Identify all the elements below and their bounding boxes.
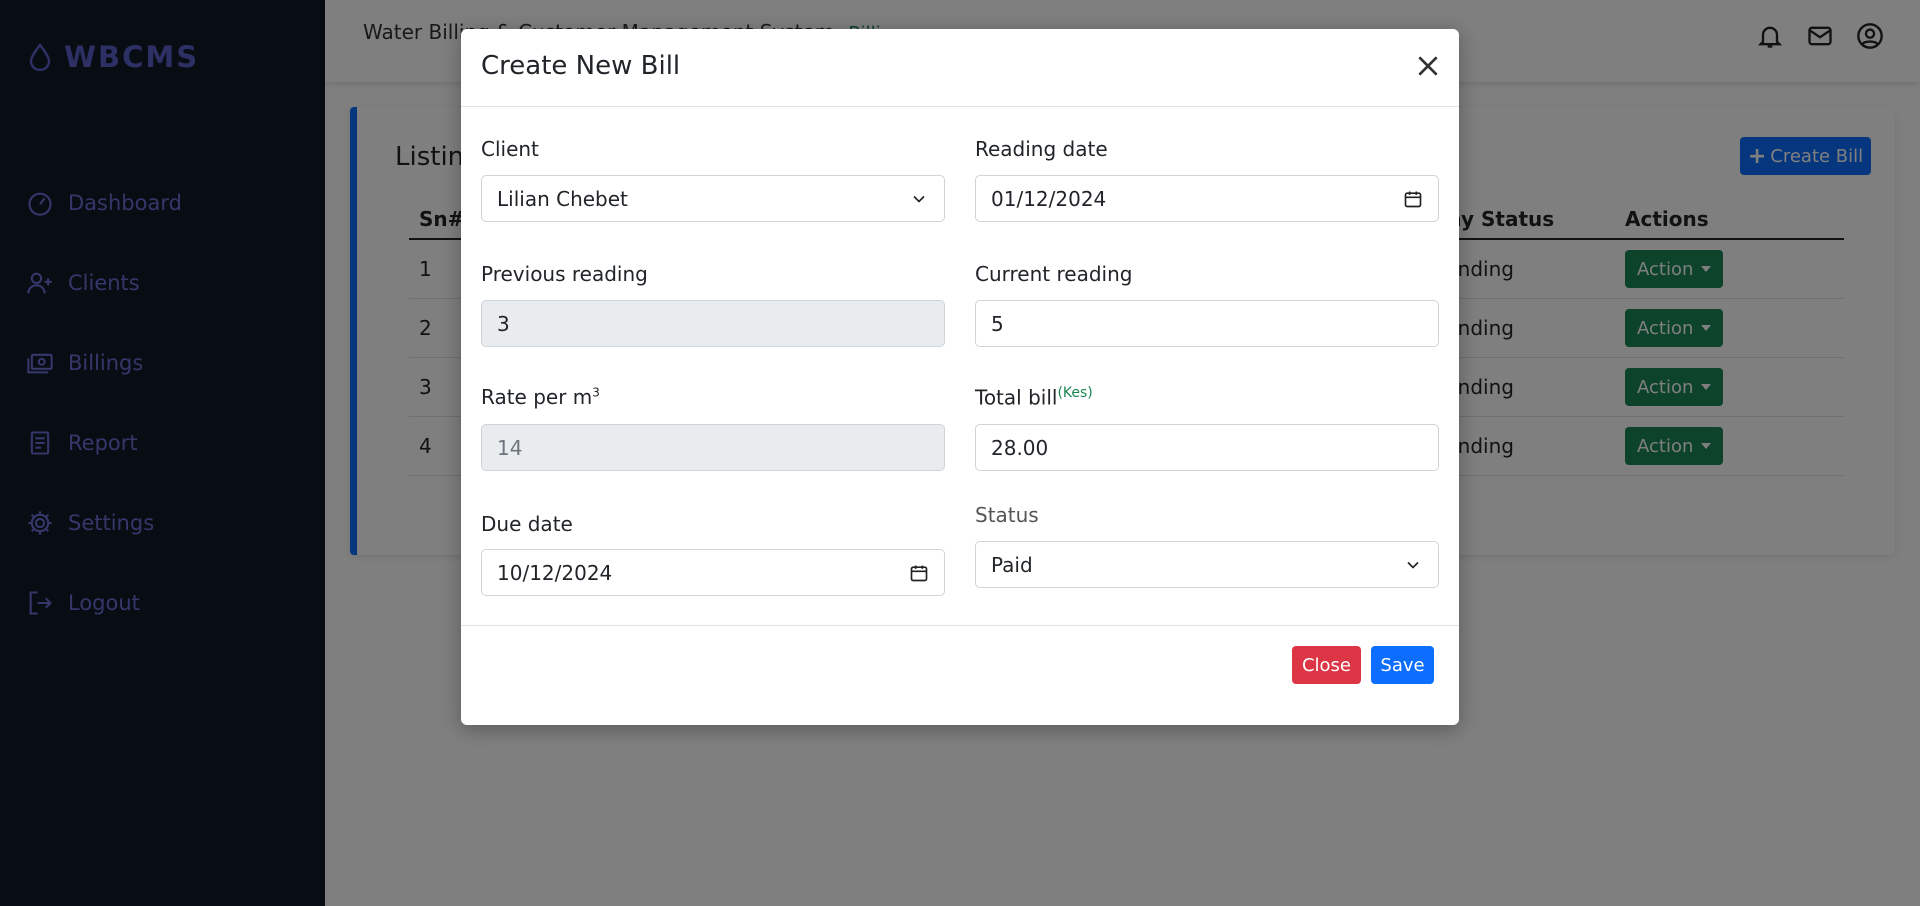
close-button[interactable]: Close [1292,646,1361,684]
reading-date-value: 01/12/2024 [991,186,1107,211]
total-bill-label-text: Total bill [975,385,1058,410]
previous-reading-value: 3 [497,311,510,336]
reading-date-label: Reading date [975,137,1108,161]
client-select[interactable]: Lilian Chebet [481,175,945,222]
due-date-input[interactable]: 10/12/2024 [481,549,945,596]
current-reading-label: Current reading [975,262,1133,286]
rate-label: Rate per m3 [481,385,600,409]
total-bill-value: 28.00 [991,435,1049,460]
rate-superscript: 3 [592,385,600,400]
reading-date-input[interactable]: 01/12/2024 [975,175,1439,222]
calendar-icon[interactable] [909,563,929,583]
rate-input: 14 [481,424,945,471]
total-bill-input[interactable]: 28.00 [975,424,1439,471]
calendar-icon[interactable] [1403,189,1423,209]
due-date-value: 10/12/2024 [497,560,613,585]
due-date-label: Due date [481,512,573,536]
close-icon[interactable] [1415,53,1441,79]
previous-reading-label: Previous reading [481,262,648,286]
current-reading-value: 5 [991,311,1004,336]
previous-reading-input: 3 [481,300,945,347]
create-bill-modal: Create New Bill Client Lilian Chebet Rea… [461,29,1459,725]
modal-footer: Close Save [461,625,1459,725]
chevron-down-icon [913,195,925,203]
modal-title: Create New Bill [481,51,681,81]
modal-header: Create New Bill [461,29,1459,107]
status-select[interactable]: Paid [975,541,1439,588]
chevron-down-icon [1407,561,1419,569]
client-label: Client [481,137,539,161]
total-bill-label: Total bill(Kes) [975,385,1093,410]
rate-label-text: Rate per m [481,385,593,409]
currency-unit: (Kes) [1057,385,1093,401]
current-reading-input[interactable]: 5 [975,300,1439,347]
status-value: Paid [991,552,1033,577]
status-label: Status [975,503,1039,527]
client-value: Lilian Chebet [497,186,628,211]
save-button[interactable]: Save [1371,646,1434,684]
rate-value: 14 [497,435,523,460]
